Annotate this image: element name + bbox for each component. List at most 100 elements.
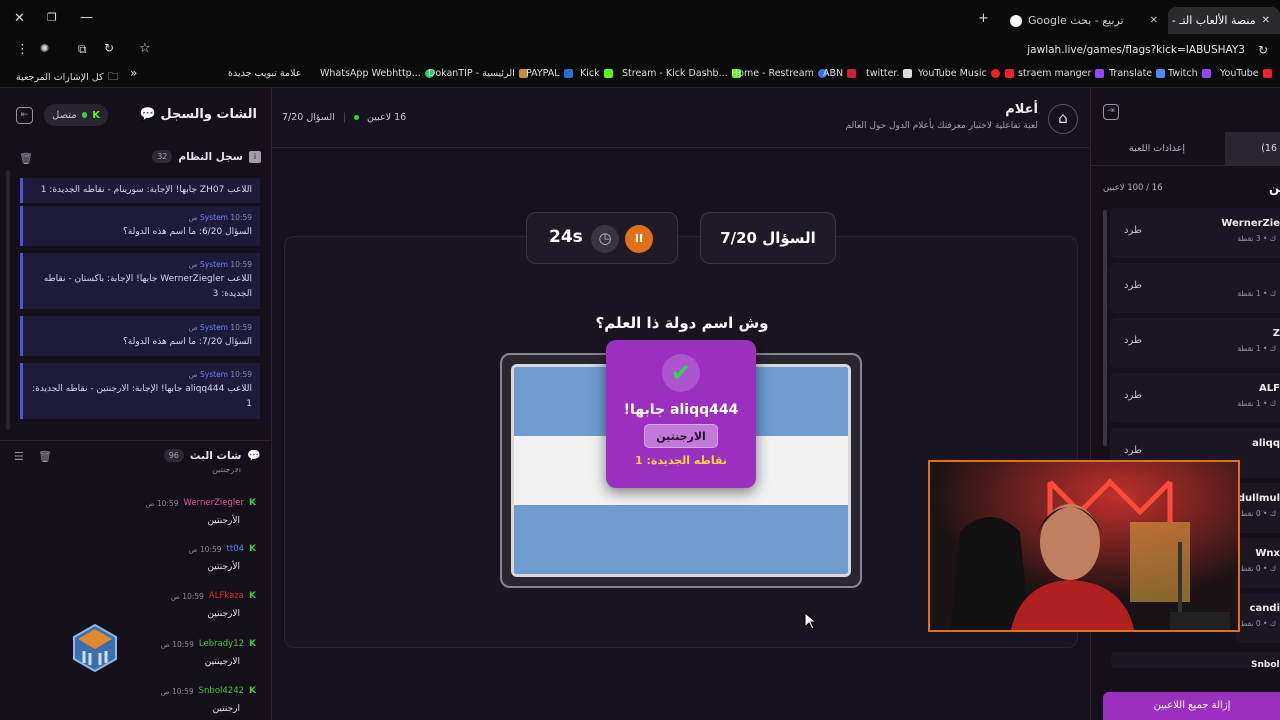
pause-button[interactable]: II <box>625 225 653 253</box>
youtube-icon <box>1005 69 1014 78</box>
correct-answer-popup: ✔ aliqq444 جابها! الارجنتين نقاطه الجديد… <box>606 340 756 488</box>
bookmark-kick[interactable]: Kick <box>580 68 613 79</box>
all-bookmarks[interactable]: كل الإشارات المرجعية 🗀 <box>16 68 119 87</box>
sync-icon[interactable]: ↻ <box>104 41 114 55</box>
question-prompt: وش اسم دولة ذا العلم؟ <box>595 314 769 332</box>
bookmark-abn[interactable]: ABN <box>823 68 857 79</box>
chat-message: Ktt04 10:59 ص الأرجنتين <box>188 544 256 572</box>
extension-icon[interactable]: ✺ <box>40 42 49 55</box>
player-name: Snbol <box>1251 660 1280 670</box>
bookmark-twitch[interactable]: Twitch <box>1168 68 1211 79</box>
chat-message: K Snbol4242 10:59 ص ارجنتين <box>160 686 256 714</box>
x-icon <box>903 69 913 78</box>
close-tab-icon[interactable]: ✕ <box>1262 15 1270 26</box>
streamer-logo <box>73 623 117 673</box>
log-scrollbar[interactable] <box>6 170 10 430</box>
chat-message: K WernerZiegler 10:59 ص الأرجنتين <box>145 498 256 526</box>
clock-icon: ◷ <box>591 225 619 253</box>
chat-partial-message: الأرجنتين <box>212 468 241 474</box>
winner-text: aliqq444 جابها! <box>623 402 739 418</box>
twitch-icon <box>1201 69 1211 78</box>
tab-players[interactable]: (16 <box>1225 132 1280 166</box>
minimize-window-icon[interactable]: — <box>80 10 93 25</box>
sort-icon[interactable]: ☰ <box>14 450 24 463</box>
log-entry: System 10:59 ص اللاعب aliqq444 جابها! ال… <box>20 363 260 419</box>
player-row: Zك • 1 نقطة طرد <box>1110 318 1280 368</box>
bookmark-translate[interactable]: Translate <box>1109 68 1166 79</box>
players-scrollbar[interactable] <box>1103 210 1107 446</box>
info-icon: i <box>249 150 261 163</box>
bookmark-youtube[interactable]: YouTube <box>1220 68 1272 79</box>
puzzle-icon[interactable]: ⧉ <box>78 42 87 57</box>
remove-all-players-button[interactable]: إزالة جميع اللاعبين <box>1103 692 1280 720</box>
players-count: 16 لاعبين <box>367 112 407 123</box>
online-dot-icon <box>354 115 360 120</box>
players-heading: ين <box>1269 181 1280 195</box>
bookmark-restream[interactable]: Home - Restream <box>731 68 827 79</box>
bookmark-stream-manager[interactable]: straem manger <box>1005 68 1105 79</box>
new-tab-icon[interactable]: + <box>978 11 989 26</box>
bookmark-kick-dashboard[interactable]: Stream - Kick Dashb... <box>622 68 741 79</box>
timer-card: II ◷ 24s <box>526 212 678 264</box>
question-progress: السؤال 7/20 <box>282 112 335 123</box>
bookmark-star-icon[interactable]: ☆ <box>139 41 151 56</box>
connection-status-badge: K متصل <box>44 104 108 126</box>
close-tab-icon[interactable]: ✕ <box>1150 15 1158 26</box>
tab-game-settings[interactable]: إعدادات اللعبة <box>1129 143 1185 154</box>
address-bar: ⋮ ✺ ⧉ ↻ ☆ jawlah.live/games/flags?kick=I… <box>0 38 1280 64</box>
timer-value: 24s <box>549 227 583 247</box>
bookmark-youtube-music[interactable]: YouTube Music <box>918 68 1000 79</box>
translate-icon <box>1156 69 1166 78</box>
expand-panel-icon[interactable]: ⇥ <box>1103 104 1119 120</box>
bookmark-dokantip[interactable]: DokanTIP - الرئيسية <box>428 68 528 79</box>
bookmark-paypal[interactable]: PAYPAL <box>526 68 573 79</box>
collapse-panel-icon[interactable]: ⇤ <box>16 107 33 124</box>
player-row: ALF ك • 1 نقطة طرد <box>1110 373 1280 423</box>
chat-title: 💬 شات البث 96 <box>163 449 261 462</box>
player-row: candi ك • 0 نقط <box>1236 593 1280 643</box>
panel-title: الشات والسجل 💬 <box>139 107 257 122</box>
kick-icon: K <box>249 686 256 696</box>
tab-jawlah[interactable]: ✕ منصة الألعاب التـ - Jawla <box>1168 7 1280 34</box>
bookmark-new-tab[interactable]: علامة تبويب جديدة <box>228 68 301 79</box>
kick-player-button[interactable]: طرد <box>1124 225 1142 236</box>
kick-player-button[interactable]: طرد <box>1124 280 1142 291</box>
restore-window-icon[interactable]: ❐ <box>47 11 57 24</box>
game-subtitle: لعبة تفاعلية لاختبار معرفتك بأعلام الدول… <box>845 121 1038 131</box>
answer-badge: الارجنتين <box>644 424 718 448</box>
tab-google-search[interactable]: ✕ تربيع - بحث Google <box>1000 7 1168 34</box>
clear-chat-icon[interactable]: 🗑 <box>38 450 52 463</box>
kick-player-button[interactable]: طرد <box>1124 335 1142 346</box>
kick-icon: K <box>249 639 256 649</box>
webcam-overlay <box>928 460 1240 632</box>
menu-icon[interactable]: ⋮ <box>16 42 29 57</box>
url-field[interactable]: jawlah.live/games/flags?kick=IABUSHAY3 <box>900 44 1245 56</box>
kick-icon <box>603 69 613 78</box>
new-points-text: نقاطه الجديدة: 1 <box>634 454 728 467</box>
kick-icon: K <box>92 109 100 121</box>
question-card: السؤال 7/20 <box>700 212 836 264</box>
log-entry: System 10:59 ص السؤال 6/20: ما اسم هذه ا… <box>20 206 260 246</box>
log-entry: System 10:59 ص السؤال 7/20: ما اسم هذه ا… <box>20 316 260 356</box>
youtube-music-icon <box>990 69 1000 78</box>
bookmark-twitter[interactable]: twitter. <box>866 68 913 79</box>
folder-icon: 🗀 <box>107 70 119 83</box>
browser-tab-bar: ✕ ❐ — + ✕ تربيع - بحث Google ✕ منصة الأل… <box>0 0 1280 38</box>
close-window-icon[interactable]: ✕ <box>14 11 25 26</box>
kick-icon: K <box>249 544 256 554</box>
player-row: WernerZie ك • 3 نقطة طرد <box>1110 208 1280 258</box>
kick-player-button[interactable]: طرد <box>1124 445 1142 456</box>
player-row: ك • 1 نقطة طرد <box>1110 263 1280 313</box>
kick-icon: K <box>249 591 256 601</box>
clear-log-icon[interactable]: 🗑 <box>19 152 33 165</box>
chat-bubble-icon: 💬 <box>139 107 156 122</box>
player-row: Wnx ك • 0 نقط <box>1236 538 1280 588</box>
chat-log-panel: ⇤ K متصل الشات والسجل 💬 🗑 i سجل النظام 3… <box>0 88 272 720</box>
home-icon[interactable]: ⌂ <box>1048 104 1078 134</box>
more-bookmarks-icon[interactable]: » <box>130 66 137 80</box>
online-dot-icon <box>81 112 88 118</box>
reload-icon[interactable]: ↻ <box>1258 43 1268 57</box>
log-entry: System 10:59 ص اللاعب WernerZiegler جابه… <box>20 253 260 309</box>
kick-player-button[interactable]: طرد <box>1124 390 1142 401</box>
bookmark-whatsapp[interactable]: WhatsApp Webhttp... <box>320 68 434 79</box>
